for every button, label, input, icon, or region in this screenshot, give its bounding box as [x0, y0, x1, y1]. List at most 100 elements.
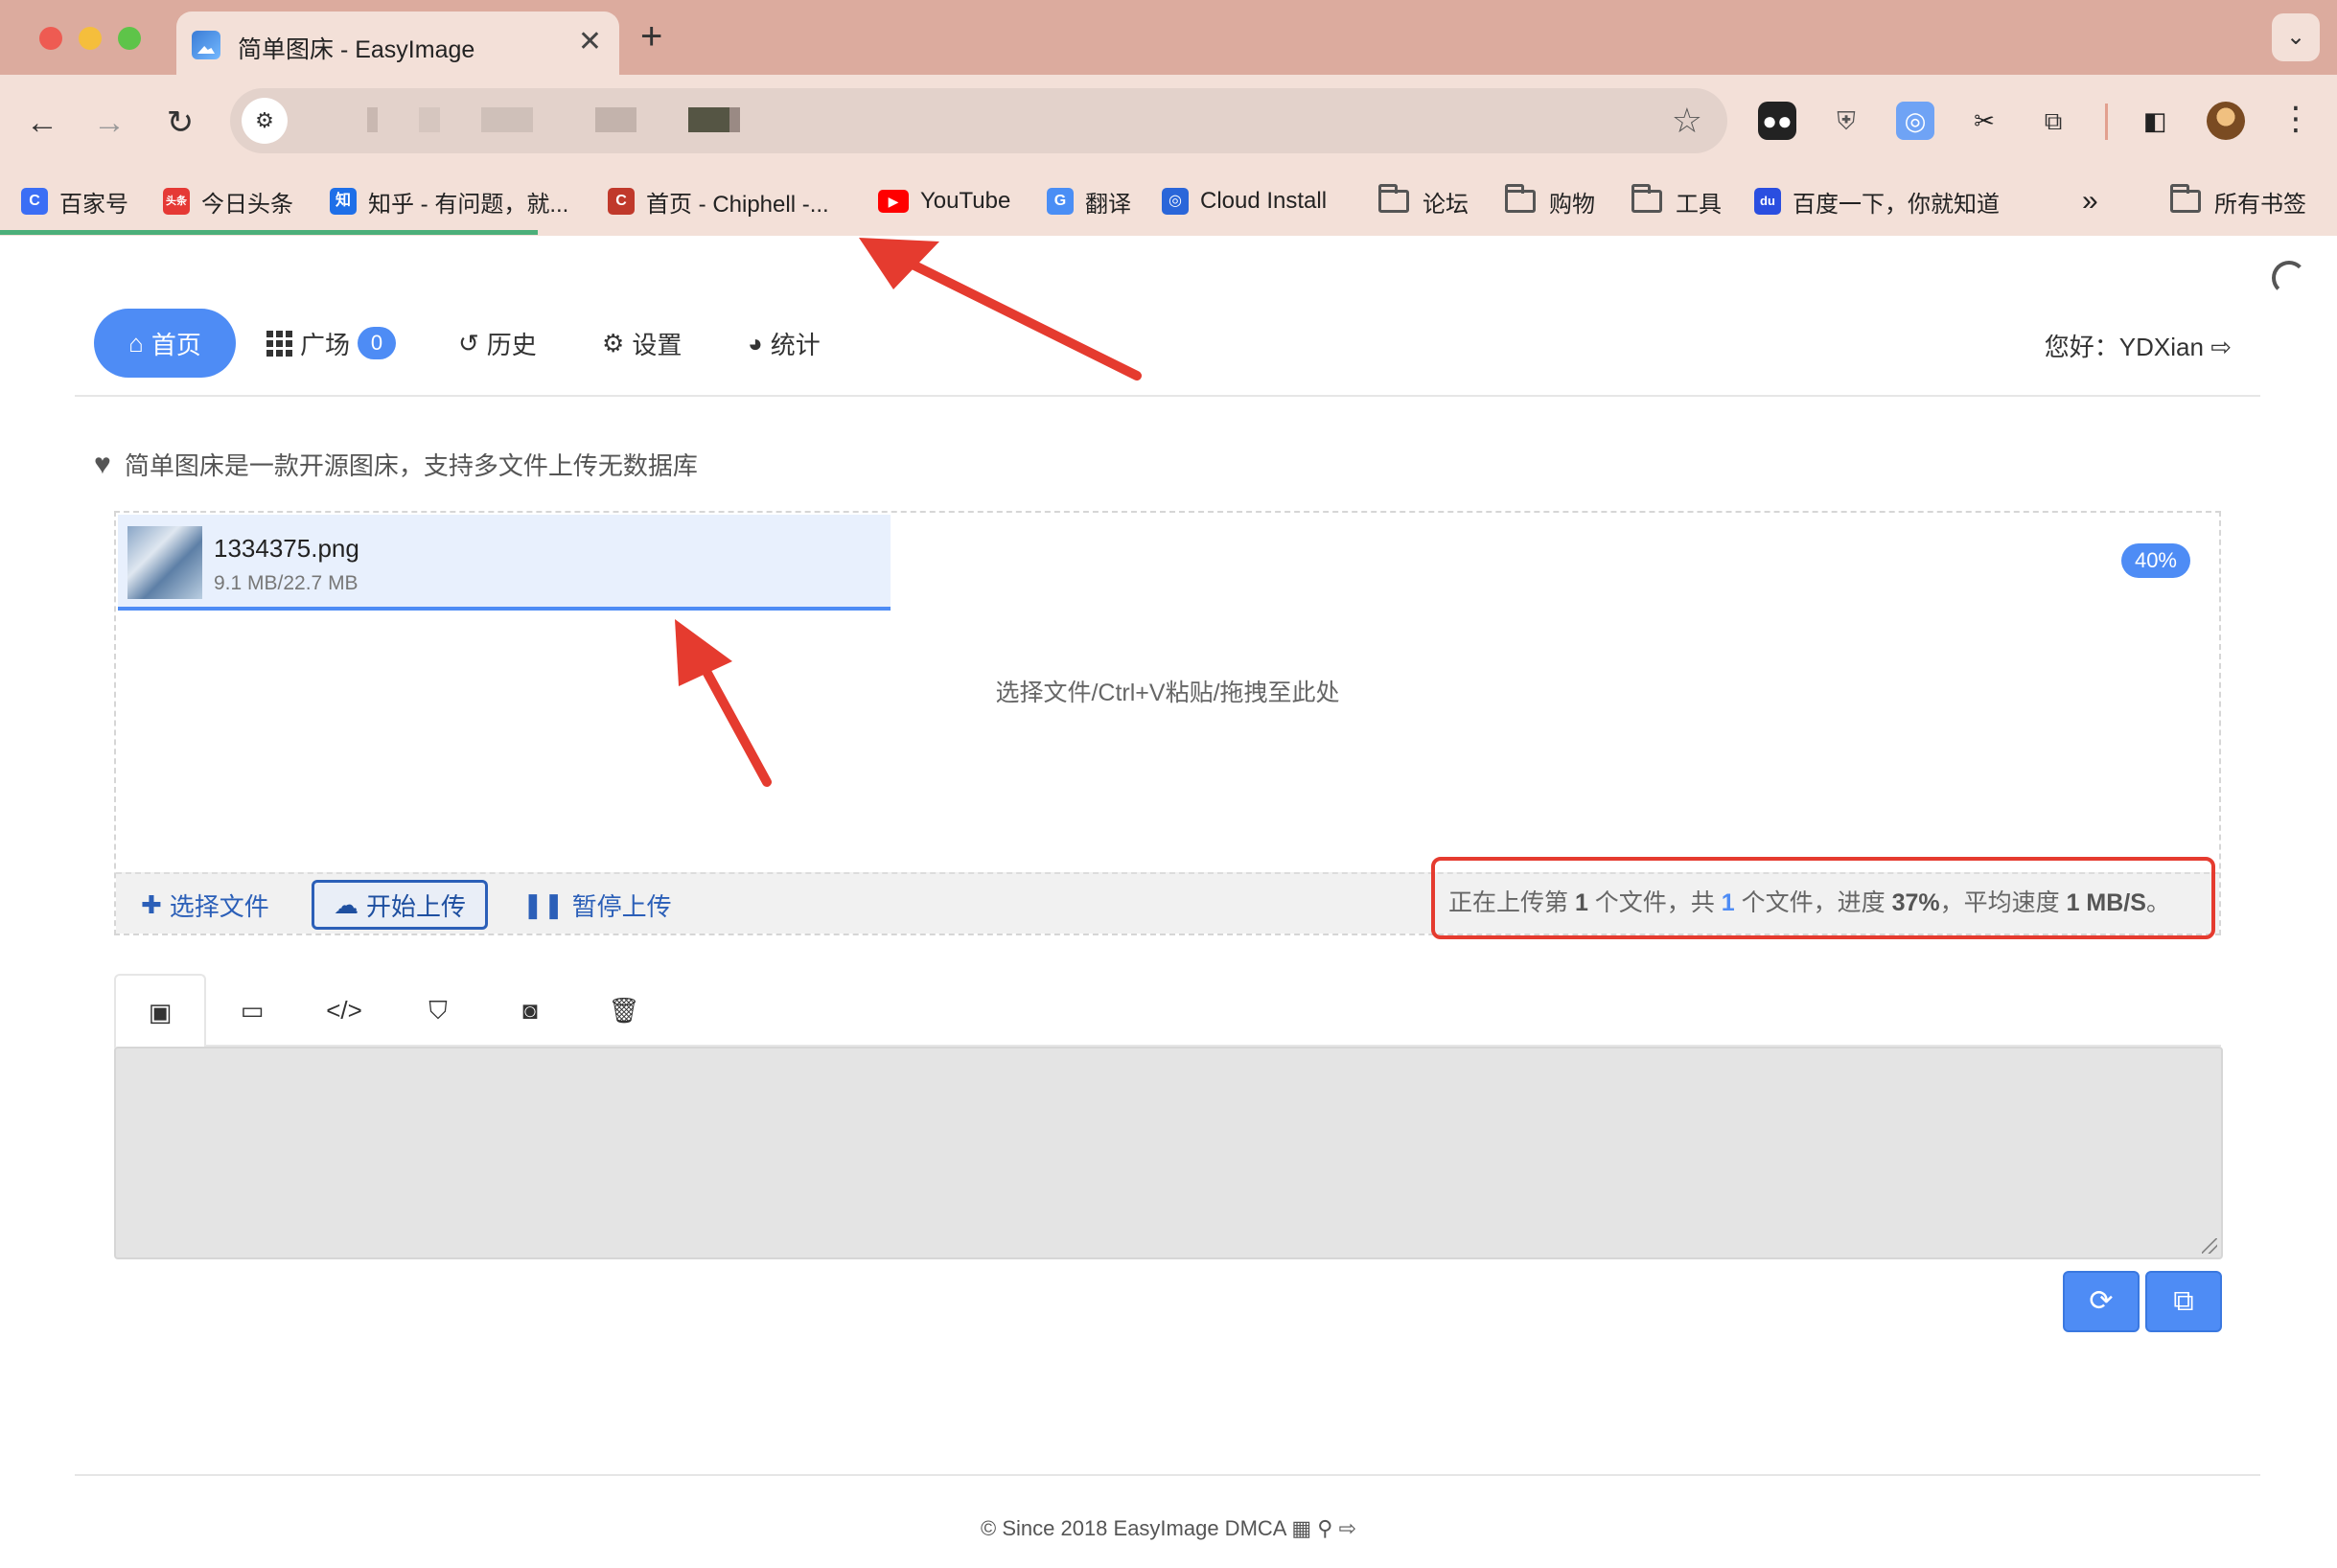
nav-history[interactable]: ↺ 历史	[458, 309, 537, 378]
profile-avatar[interactable]	[2207, 102, 2245, 140]
browser-tab-active[interactable]: 简单图床 - EasyImage ✕	[176, 12, 619, 75]
start-upload-button[interactable]: ☁ 开始上传	[312, 880, 488, 930]
grid-icon	[266, 330, 292, 357]
pause-upload-button[interactable]: ❚❚ 暂停上传	[522, 880, 672, 930]
qrcode-icon[interactable]: ▦	[1291, 1516, 1311, 1540]
tab-image-link[interactable]: ▣	[114, 974, 206, 1049]
dropzone-hint: 选择文件/Ctrl+V粘贴/拖拽至此处	[995, 680, 1340, 706]
file-name: 1334375.png	[214, 534, 359, 563]
nav-stats[interactable]: ◕ 统计	[748, 309, 821, 378]
youtube-icon: ▶	[878, 190, 909, 213]
nav-settings[interactable]: ⚙ 设置	[602, 309, 682, 378]
html5-icon: ⛉	[428, 996, 448, 1025]
new-tab-button[interactable]: +	[640, 17, 662, 56]
bookmark-folder-forum[interactable]: 论坛	[1378, 182, 1469, 220]
forward-button[interactable]: →	[88, 104, 130, 142]
loading-spinner-icon	[2272, 261, 2306, 295]
code-icon: </>	[326, 996, 362, 1025]
reload-button[interactable]: ↻	[159, 104, 201, 142]
result-format-tabs: ▣ ▭ </> ⛉ ◙ 🗑	[114, 974, 2221, 1049]
pause-icon: ❚❚	[522, 889, 565, 919]
bookmark-chiphell[interactable]: C 首页 - Chiphell -...	[608, 182, 829, 220]
back-button[interactable]: ←	[21, 104, 63, 142]
browser-menu-icon[interactable]: ⋮	[2279, 100, 2312, 138]
browser-toolbar: ← → ↻ ⚙ ☆ ●● ⛨ ◎ ✂ ⧉ ◧ ⋮	[0, 75, 2337, 171]
zoom-window-button[interactable]	[118, 27, 141, 50]
user-greeting[interactable]: 您好：YDXian ⇨	[2045, 328, 2232, 363]
side-panel-icon[interactable]: ◧	[2136, 102, 2174, 140]
resize-handle-icon[interactable]	[2202, 1238, 2217, 1254]
result-textarea[interactable]	[114, 1047, 2223, 1259]
logout-icon[interactable]: ⇨	[2210, 333, 2232, 361]
tab-title: 简单图床 - EasyImage	[238, 36, 475, 63]
bookmarks-overflow-chevron-icon[interactable]: »	[2082, 182, 2098, 220]
extension-translate-icon[interactable]: ◎	[1896, 102, 1934, 140]
bookmark-star-icon[interactable]: ☆	[1672, 100, 1702, 142]
close-window-button[interactable]	[39, 27, 62, 50]
choose-files-button[interactable]: ✚ 选择文件	[141, 880, 269, 930]
file-size: 9.1 MB/22.7 MB	[214, 572, 359, 594]
upload-status-highlight: 正在上传第 1 个文件，共 1 个文件，进度 37%，平均速度 1 MB/S。	[1431, 857, 2215, 939]
nav-home[interactable]: ⌂ 首页	[94, 309, 236, 378]
toolbar-separator	[2105, 104, 2108, 140]
cloud-icon: ◎	[1162, 188, 1189, 215]
extension-bitwarden-icon[interactable]: ⛨	[1827, 102, 1865, 140]
upload-file-item[interactable]: 1334375.png 9.1 MB/22.7 MB	[118, 515, 891, 611]
camera-icon: ◙	[522, 996, 538, 1025]
tab-code[interactable]: </>	[298, 974, 390, 1047]
home-icon: ⌂	[128, 328, 144, 357]
folder-icon	[2170, 184, 2201, 213]
signout-icon[interactable]: ⇨	[1339, 1516, 1356, 1540]
extensions-puzzle-icon[interactable]: ⧉	[2034, 102, 2072, 140]
cloud-upload-icon: ☁	[333, 889, 359, 919]
minimize-window-button[interactable]	[79, 27, 102, 50]
image-favicon-icon	[192, 31, 220, 59]
tab-camera[interactable]: ◙	[484, 974, 576, 1047]
extension-screenshot-icon[interactable]: ✂	[1965, 102, 2003, 140]
url-redacted	[326, 107, 844, 132]
zhihu-icon: 知	[330, 188, 357, 215]
bookmark-translate[interactable]: G 翻译	[1047, 182, 1131, 220]
refresh-button[interactable]: ⟳	[2063, 1271, 2140, 1332]
copy-icon: ⧉	[2173, 1285, 2194, 1317]
bookmark-folder-shopping[interactable]: 购物	[1505, 182, 1595, 220]
tab-close-icon[interactable]: ✕	[578, 25, 602, 59]
page-load-progress	[0, 230, 2337, 236]
image-icon: ▣	[148, 998, 173, 1026]
folder-icon	[1378, 184, 1409, 213]
footer: © Since 2018 EasyImage DMCA ▦ ⚲ ⇨	[981, 1516, 1356, 1540]
bookmarks-bar: C 百家号 头条 今日头条 知 知乎 - 有问题，就... C 首页 - Chi…	[0, 171, 2337, 232]
folder-icon	[1505, 184, 1536, 213]
folder-icon	[1631, 184, 1662, 213]
extension-tampermonkey-icon[interactable]: ●●	[1758, 102, 1796, 140]
plus-icon: ✚	[141, 889, 162, 919]
browser-tab-strip: 简单图床 - EasyImage ✕ + ⌄	[0, 0, 2337, 75]
bookmark-baidu[interactable]: du 百度一下，你就知道	[1754, 182, 2000, 220]
file-thumbnail	[127, 526, 202, 599]
pie-chart-icon: ◕	[748, 328, 763, 357]
refresh-icon: ⟳	[2089, 1285, 2114, 1317]
bookmark-toutiao[interactable]: 头条 今日头条	[163, 182, 293, 220]
lightbulb-icon[interactable]: ⚲	[1317, 1516, 1332, 1540]
site-settings-icon[interactable]: ⚙	[242, 98, 288, 144]
bookmark-folder-tools[interactable]: 工具	[1631, 182, 1722, 220]
tab-delete[interactable]: 🗑	[578, 974, 670, 1047]
tab-html[interactable]: ⛉	[392, 974, 484, 1047]
footer-divider	[75, 1474, 2260, 1476]
bookmark-all-bookmarks[interactable]: 所有书签	[2170, 182, 2306, 220]
bookmark-youtube[interactable]: ▶ YouTube	[878, 182, 1010, 220]
bookmark-zhihu[interactable]: 知 知乎 - 有问题，就...	[330, 182, 568, 220]
tab-search-button[interactable]: ⌄	[2272, 13, 2320, 61]
bookmark-baijiahao[interactable]: C 百家号	[21, 182, 128, 220]
intro-text: ♥ 简单图床是一款开源图床，支持多文件上传无数据库	[94, 448, 698, 481]
toutiao-icon: 头条	[163, 188, 190, 215]
chiphell-icon: C	[608, 188, 635, 215]
nav-square[interactable]: 广场 0	[266, 309, 397, 378]
tab-comment[interactable]: ▭	[206, 974, 298, 1047]
bookmark-cloud-install[interactable]: ◎ Cloud Install	[1162, 182, 1327, 220]
baijiahao-icon: C	[21, 188, 48, 215]
heart-icon: ♥	[94, 448, 111, 480]
address-bar[interactable]: ⚙ ☆	[230, 88, 1727, 153]
comment-icon: ▭	[240, 996, 265, 1025]
copy-button[interactable]: ⧉	[2145, 1271, 2222, 1332]
